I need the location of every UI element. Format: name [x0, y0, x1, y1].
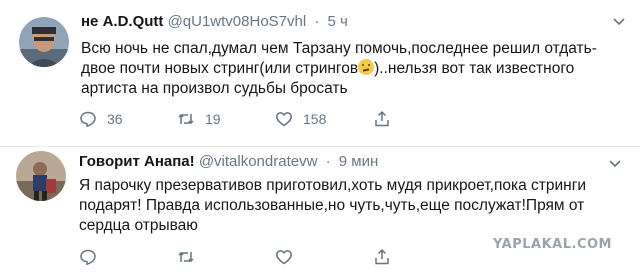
- reply-icon: [80, 111, 96, 128]
- display-name[interactable]: не A.D.Qutt: [81, 13, 163, 30]
- timestamp[interactable]: 5 ч: [328, 13, 348, 30]
- reply-count: 36: [107, 111, 123, 127]
- like-button[interactable]: [275, 248, 373, 266]
- watermark: YAPLAKAL.COM: [493, 237, 612, 252]
- reply-button[interactable]: [79, 248, 177, 266]
- share-icon: [375, 248, 389, 265]
- retweet-count: 19: [205, 111, 221, 127]
- tweet-text: Я парочку презервативов приготовил,хоть …: [79, 177, 587, 234]
- user-handle[interactable]: @vitalkondratevw: [199, 153, 318, 170]
- chevron-down-icon[interactable]: [608, 156, 622, 170]
- tweet-text: Всю ночь не спал,думал чем Тарзану помоч…: [81, 39, 621, 99]
- avatar[interactable]: [19, 17, 69, 67]
- share-button[interactable]: [373, 248, 471, 266]
- tweet-actions: 36 19 158: [79, 110, 471, 128]
- thinking-face-emoji: [358, 59, 375, 75]
- separator: ·: [314, 13, 320, 30]
- retweet-button[interactable]: [177, 248, 275, 266]
- reply-icon: [80, 249, 96, 266]
- like-icon: [276, 250, 292, 265]
- chevron-down-icon[interactable]: [612, 14, 626, 28]
- tweet-2[interactable]: Говорит Анапа! @vitalkondratevw · 9 мин …: [0, 146, 640, 276]
- user-handle[interactable]: @qU1wtv08HoS7vhl: [168, 13, 307, 30]
- tweet-actions: [79, 248, 471, 266]
- reply-button[interactable]: 36: [79, 110, 177, 128]
- tweet-header: Говорит Анапа! @vitalkondratevw · 9 мин: [79, 152, 378, 172]
- display-name[interactable]: Говорит Анапа!: [79, 153, 195, 170]
- separator: ·: [325, 153, 331, 170]
- retweet-icon: [178, 113, 194, 125]
- tweet-1[interactable]: не A.D.Qutt @qU1wtv08HoS7vhl · 5 ч Всю н…: [0, 0, 640, 146]
- tweet-header: не A.D.Qutt @qU1wtv08HoS7vhl · 5 ч: [81, 12, 348, 32]
- like-icon: [276, 112, 292, 127]
- share-icon: [375, 110, 389, 127]
- like-count: 158: [303, 111, 327, 127]
- timestamp[interactable]: 9 мин: [339, 153, 379, 170]
- like-button[interactable]: 158: [275, 110, 373, 128]
- avatar[interactable]: [16, 151, 66, 201]
- share-button[interactable]: [373, 110, 471, 128]
- retweet-icon: [178, 251, 194, 263]
- retweet-button[interactable]: 19: [177, 110, 275, 128]
